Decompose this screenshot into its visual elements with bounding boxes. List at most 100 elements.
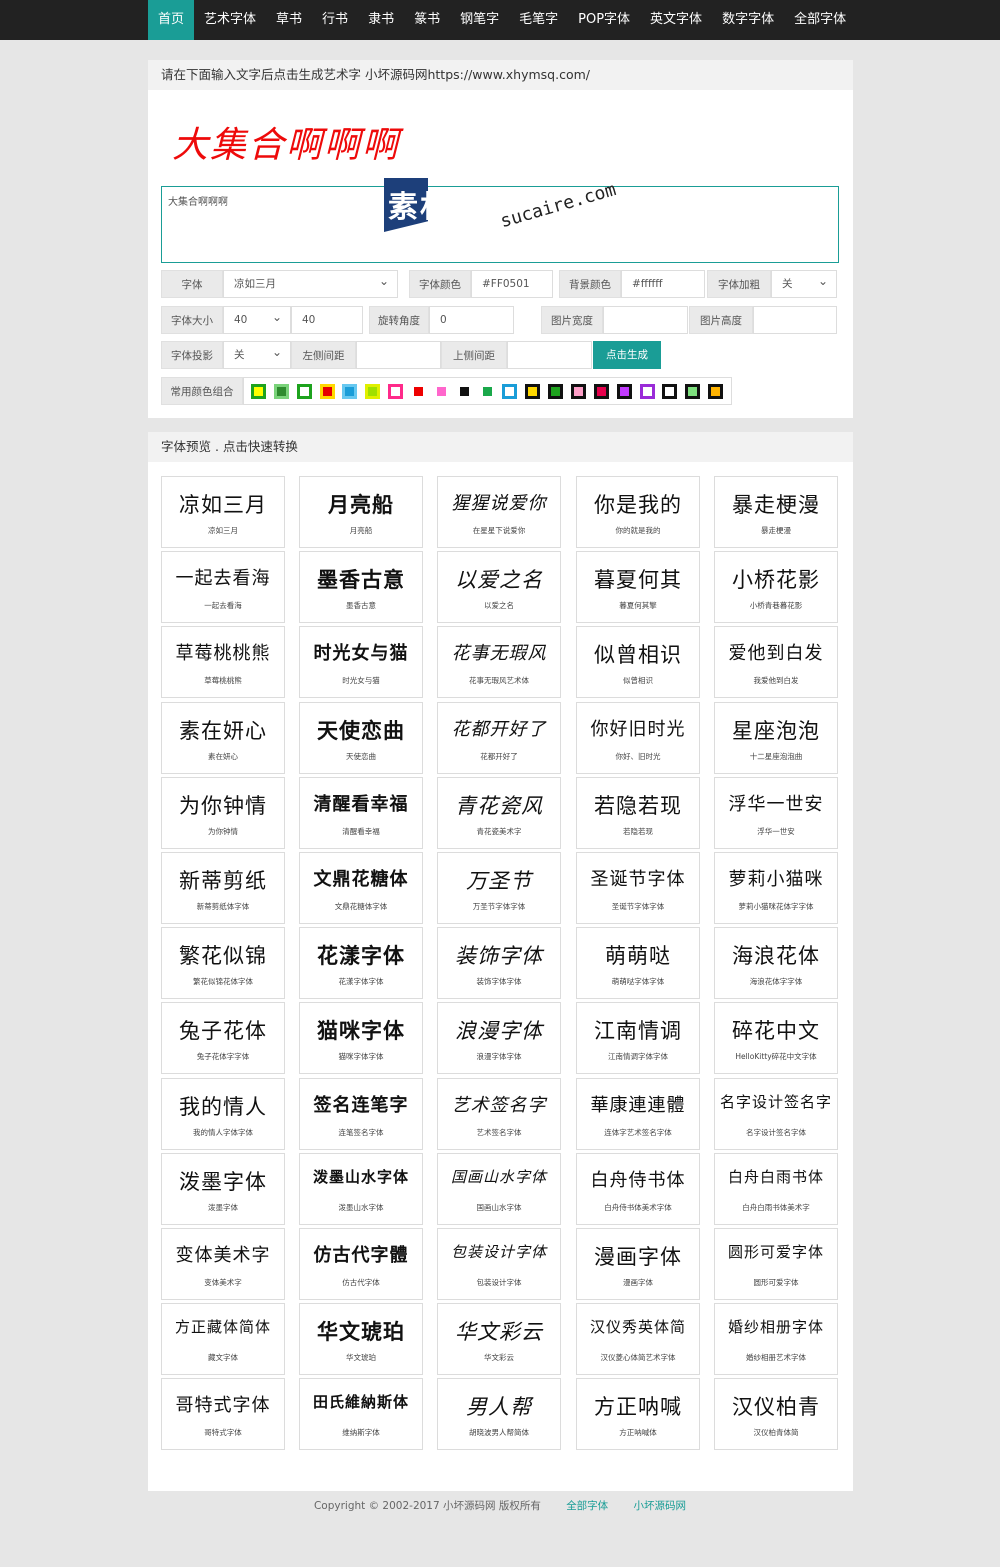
- bg-color-input[interactable]: #ffffff: [621, 270, 705, 298]
- color-swatch-19[interactable]: [685, 383, 701, 399]
- nav-item-11[interactable]: 全部字体: [784, 0, 856, 40]
- color-swatch-12[interactable]: [525, 383, 541, 399]
- generate-button[interactable]: 点击生成: [593, 341, 661, 369]
- font-card[interactable]: 时光女与猫 时光女与猫: [299, 626, 423, 698]
- color-swatch-13[interactable]: [548, 383, 564, 399]
- font-card[interactable]: 江南情调 江南情调字体字体: [576, 1002, 700, 1074]
- nav-item-5[interactable]: 篆书: [404, 0, 450, 40]
- color-swatch-2[interactable]: [296, 383, 312, 399]
- font-card[interactable]: 以爱之名 以爱之名: [437, 551, 561, 623]
- nav-item-8[interactable]: POP字体: [568, 0, 640, 40]
- nav-item-7[interactable]: 毛笔字: [509, 0, 568, 40]
- font-card[interactable]: 哥特式字体 哥特式字体: [161, 1378, 285, 1450]
- font-card[interactable]: 浪漫字体 浪漫字体字体: [437, 1002, 561, 1074]
- font-card[interactable]: 若隐若现 若隐若现: [576, 777, 700, 849]
- font-card[interactable]: 暮夏何其 暮夏何其擎: [576, 551, 700, 623]
- font-card[interactable]: 你好旧时光 你好、旧时光: [576, 702, 700, 774]
- font-card[interactable]: 清醒看幸福 清醒看幸福: [299, 777, 423, 849]
- font-card[interactable]: 白舟白雨书体 白舟白雨书体美术字: [714, 1153, 838, 1225]
- font-card[interactable]: 兔子花体 兔子花体字字体: [161, 1002, 285, 1074]
- font-card[interactable]: 变体美术字 变体美术字: [161, 1228, 285, 1300]
- color-swatch-20[interactable]: [708, 383, 724, 399]
- color-swatch-17[interactable]: [639, 383, 655, 399]
- font-card[interactable]: 装饰字体 装饰字体字体: [437, 927, 561, 999]
- font-card[interactable]: 国画山水字体 国画山水字体: [437, 1153, 561, 1225]
- color-swatch-1[interactable]: [273, 383, 289, 399]
- font-card[interactable]: 万圣节 万圣节字体字体: [437, 852, 561, 924]
- font-card[interactable]: 繁花似锦 繁花似锦花体字体: [161, 927, 285, 999]
- font-card[interactable]: 星座泡泡 十二星座泡泡曲: [714, 702, 838, 774]
- font-card[interactable]: 花事无瑕风 花事无瑕风艺术体: [437, 626, 561, 698]
- img-width-input[interactable]: [603, 306, 688, 334]
- font-card[interactable]: 爱他到白发 我爱他到白发: [714, 626, 838, 698]
- font-card[interactable]: 婚纱相册字体 婚纱相册艺术字体: [714, 1303, 838, 1375]
- color-swatch-6[interactable]: [388, 383, 404, 399]
- font-card[interactable]: 汉仪秀英体简 汉仪菱心体简艺术字体: [576, 1303, 700, 1375]
- font-card[interactable]: 暴走梗漫 暴走梗漫: [714, 476, 838, 548]
- font-card[interactable]: 田氏維納斯体 维纳斯字体: [299, 1378, 423, 1450]
- color-swatch-14[interactable]: [571, 383, 586, 399]
- left-margin-input[interactable]: [356, 341, 441, 369]
- rotate-input[interactable]: 0: [429, 306, 514, 334]
- font-card[interactable]: 仿古代字體 仿古代字体: [299, 1228, 423, 1300]
- font-card[interactable]: 我的情人 我的情人字体字体: [161, 1078, 285, 1150]
- font-card[interactable]: 猩猩说爱你 在星星下说爱你: [437, 476, 561, 548]
- font-card[interactable]: 泼墨字体 泼墨字体: [161, 1153, 285, 1225]
- color-swatch-16[interactable]: [616, 383, 632, 399]
- font-card[interactable]: 你是我的 你的就是我的: [576, 476, 700, 548]
- font-card[interactable]: 海浪花体 海浪花体字字体: [714, 927, 838, 999]
- shadow-select[interactable]: 关: [223, 339, 291, 369]
- font-card[interactable]: 包装设计字体 包装设计字体: [437, 1228, 561, 1300]
- font-card[interactable]: 素在妍心 素在妍心: [161, 702, 285, 774]
- color-swatch-4[interactable]: [342, 383, 358, 399]
- font-card[interactable]: 草莓桃桃熊 草莓桃桃熊: [161, 626, 285, 698]
- font-card[interactable]: 华文琥珀 华文琥珀: [299, 1303, 423, 1375]
- font-card[interactable]: 萝莉小猫咪 萝莉小猫咪花体字字体: [714, 852, 838, 924]
- font-card[interactable]: 凉如三月 凉如三月: [161, 476, 285, 548]
- font-card[interactable]: 華康連連體 连体字艺术签名字体: [576, 1078, 700, 1150]
- nav-item-0[interactable]: 首页: [148, 0, 195, 40]
- nav-item-2[interactable]: 草书: [266, 0, 312, 40]
- top-margin-input[interactable]: [507, 341, 592, 369]
- font-card[interactable]: 月亮船 月亮船: [299, 476, 423, 548]
- font-card[interactable]: 猫咪字体 猫咪字体字体: [299, 1002, 423, 1074]
- font-card[interactable]: 似曾相识 似曾相识: [576, 626, 700, 698]
- nav-item-6[interactable]: 钢笔字: [450, 0, 509, 40]
- font-card[interactable]: 一起去看海 一起去看海: [161, 551, 285, 623]
- font-card[interactable]: 名字设计签名字 名字设计签名字体: [714, 1078, 838, 1150]
- font-card[interactable]: 漫画字体 漫画字体: [576, 1228, 700, 1300]
- color-swatch-15[interactable]: [593, 383, 609, 399]
- nav-item-9[interactable]: 英文字体: [640, 0, 712, 40]
- nav-item-10[interactable]: 数字字体: [712, 0, 784, 40]
- font-color-input[interactable]: #FF0501: [471, 270, 553, 298]
- font-card[interactable]: 白舟侍书体 白舟侍书体美术字体: [576, 1153, 700, 1225]
- font-card[interactable]: 墨香古意 墨香古意: [299, 551, 423, 623]
- color-swatch-10[interactable]: [479, 383, 495, 399]
- size-select[interactable]: 40: [223, 304, 291, 334]
- bold-select[interactable]: 关: [771, 268, 837, 298]
- color-swatch-18[interactable]: [662, 383, 678, 399]
- color-swatch-8[interactable]: [433, 383, 449, 399]
- font-card[interactable]: 男人帮 胡晓波男人帮简体: [437, 1378, 561, 1450]
- font-card[interactable]: 天使恋曲 天使恋曲: [299, 702, 423, 774]
- font-card[interactable]: 华文彩云 华文彩云: [437, 1303, 561, 1375]
- font-card[interactable]: 文鼎花糖体 文鼎花糖体字体: [299, 852, 423, 924]
- nav-item-4[interactable]: 隶书: [358, 0, 404, 40]
- font-card[interactable]: 碎花中文 HelloKitty碎花中文字体: [714, 1002, 838, 1074]
- footer-link-all-fonts[interactable]: 全部字体: [566, 1500, 608, 1512]
- size-input[interactable]: 40: [291, 306, 363, 334]
- color-swatch-9[interactable]: [456, 383, 472, 399]
- font-card[interactable]: 方正呐喊 方正呐喊体: [576, 1378, 700, 1450]
- font-card[interactable]: 小桥花影 小桥青巷暮花影: [714, 551, 838, 623]
- font-card[interactable]: 泼墨山水字体 泼墨山水字体: [299, 1153, 423, 1225]
- color-swatch-3[interactable]: [319, 383, 335, 399]
- color-swatch-11[interactable]: [502, 383, 518, 399]
- font-card[interactable]: 圣诞节字体 圣诞节字体字体: [576, 852, 700, 924]
- font-card[interactable]: 青花瓷风 青花瓷美术字: [437, 777, 561, 849]
- font-card[interactable]: 花漾字体 花漾字体字体: [299, 927, 423, 999]
- color-swatch-5[interactable]: [365, 383, 381, 399]
- color-swatch-0[interactable]: [251, 383, 266, 399]
- font-card[interactable]: 方正藏体简体 藏文字体: [161, 1303, 285, 1375]
- font-card[interactable]: 签名连笔字 连笔签名字体: [299, 1078, 423, 1150]
- font-card[interactable]: 艺术签名字 艺术签名字体: [437, 1078, 561, 1150]
